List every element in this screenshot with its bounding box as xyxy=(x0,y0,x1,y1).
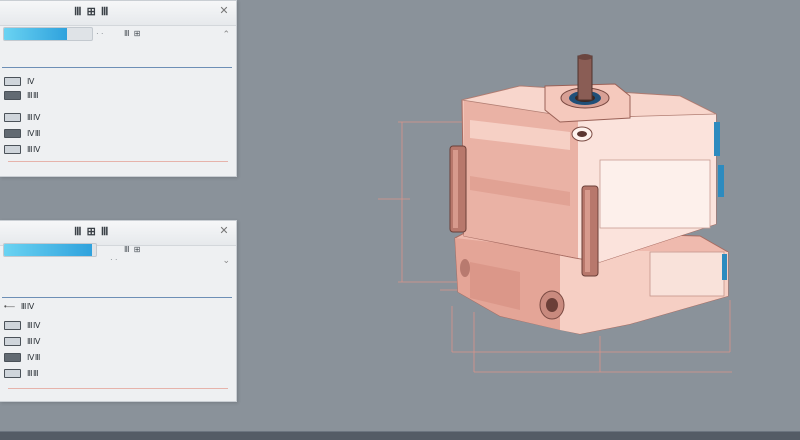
scroll-down-icon[interactable]: ⌄ xyxy=(222,255,230,266)
progress-fill xyxy=(4,244,93,256)
toolbar-dots: · · xyxy=(110,255,118,264)
close-icon[interactable]: ✕ xyxy=(218,4,230,18)
layer-row[interactable]: ⅢⅣ xyxy=(4,110,41,124)
model-viewport[interactable] xyxy=(260,0,800,430)
layer-label: ⅢⅣ xyxy=(20,301,35,311)
panel-title: Ⅲ ⊞ Ⅲ xyxy=(74,226,110,238)
layer-row[interactable]: ⅢⅣ xyxy=(4,318,41,332)
layer-row[interactable]: ⅣⅢ xyxy=(4,126,41,140)
bullet-icon: •— xyxy=(4,301,15,311)
layer-icon xyxy=(4,368,21,378)
layer-row[interactable]: ⅣⅢ xyxy=(4,350,41,364)
progress-bar[interactable] xyxy=(3,27,93,41)
layer-label: ⅢⅣ xyxy=(27,112,41,122)
layer-row[interactable]: ⅢⅣ xyxy=(4,334,41,348)
panel-footer-line xyxy=(8,388,228,389)
layer-icon xyxy=(4,90,21,100)
layer-label: ⅢⅢ xyxy=(27,90,40,100)
layer-icon xyxy=(4,336,21,346)
properties-panel-top: Ⅲ ⊞ Ⅲ ✕ Ⅲ ⊞ · · ⌃ Ⅳ ⅢⅢ ⅢⅣ ⅣⅢ ⅢⅣ xyxy=(0,0,237,177)
properties-panel-bottom: Ⅲ ⊞ Ⅲ ✕ Ⅲ ⊞ · · ⌄ •— ⅢⅣ ⅢⅣ ⅢⅣ ⅣⅢ ⅢⅢ xyxy=(0,220,237,402)
layer-label: ⅣⅢ xyxy=(27,128,41,138)
layer-label: ⅢⅣ xyxy=(27,144,41,154)
close-icon[interactable]: ✕ xyxy=(218,224,230,238)
section-divider xyxy=(2,67,232,68)
layer-icon xyxy=(4,112,21,122)
layer-icon xyxy=(4,320,21,330)
panel-title: Ⅲ ⊞ Ⅲ xyxy=(74,6,110,18)
layer-label: ⅣⅢ xyxy=(27,352,41,362)
layer-label: ⅢⅣ xyxy=(27,320,41,330)
panel-toolbar: Ⅲ ⊞ · · ⌃ xyxy=(0,25,236,43)
layer-row[interactable]: ⅢⅢ xyxy=(4,88,39,102)
layer-icon xyxy=(4,128,21,138)
toolbar-dots: · · xyxy=(96,29,104,38)
layer-label: ⅢⅣ xyxy=(27,336,41,346)
layer-icon xyxy=(4,76,21,86)
section-divider xyxy=(2,297,232,298)
layer-icon xyxy=(4,352,21,362)
progress-bar[interactable] xyxy=(3,243,97,257)
layer-label: Ⅳ xyxy=(27,76,35,86)
scroll-up-icon[interactable]: ⌃ xyxy=(222,29,230,40)
layer-row[interactable]: Ⅳ xyxy=(4,74,35,88)
cad-model-drawing xyxy=(378,54,732,373)
progress-label: Ⅲ ⊞ xyxy=(124,245,142,254)
progress-fill xyxy=(4,28,68,40)
layer-row[interactable]: •— ⅢⅣ xyxy=(4,299,35,313)
progress-label: Ⅲ ⊞ xyxy=(124,29,142,38)
panel-toolbar: Ⅲ ⊞ · · ⌄ xyxy=(0,241,236,265)
panel-footer-line xyxy=(8,161,228,162)
layer-row[interactable]: ⅢⅣ xyxy=(4,142,41,156)
layer-label: ⅢⅢ xyxy=(27,368,40,378)
layer-row[interactable]: ⅢⅢ xyxy=(4,366,39,380)
layer-icon xyxy=(4,144,21,154)
status-bar xyxy=(0,431,800,440)
panel-header: Ⅲ ⊞ Ⅲ ✕ xyxy=(0,1,236,26)
